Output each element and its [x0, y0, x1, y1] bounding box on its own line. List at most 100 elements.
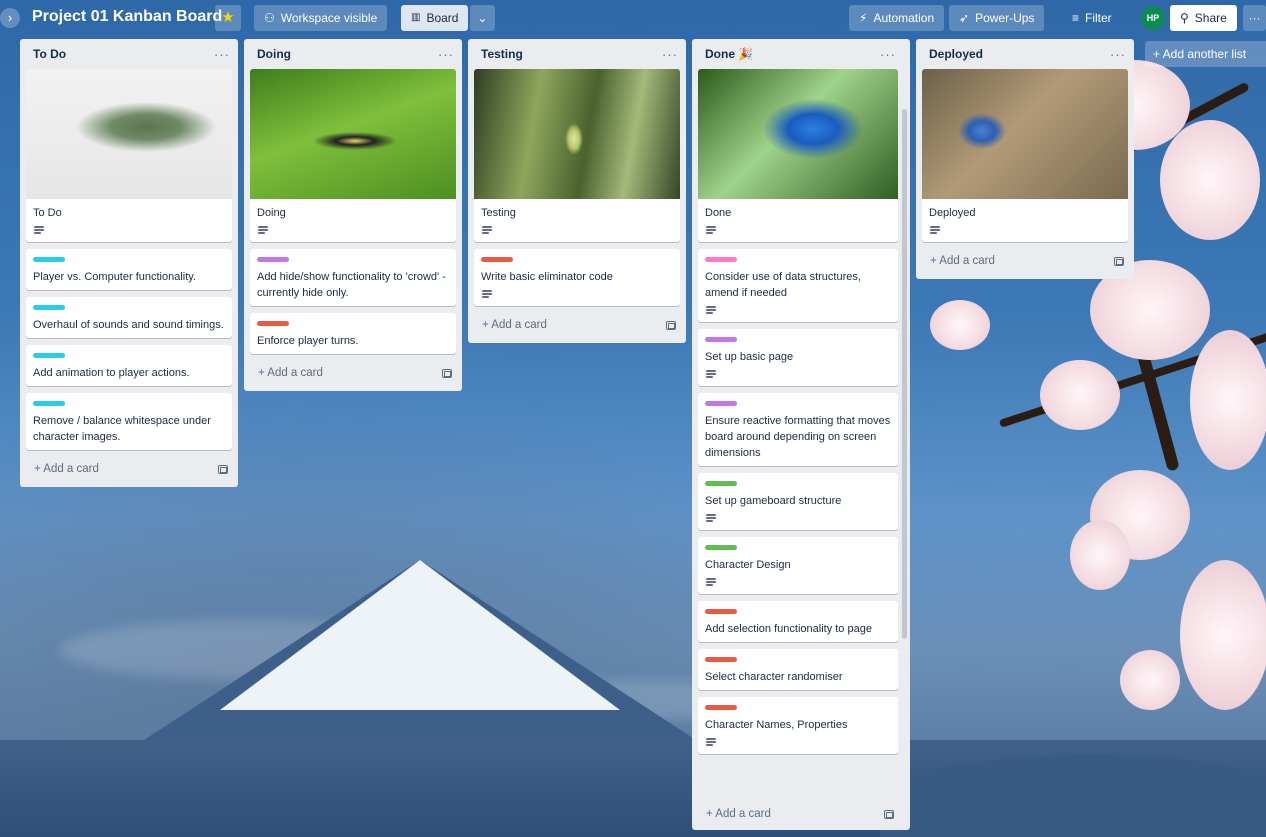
description-icon: [705, 577, 716, 587]
card-title: Remove / balance whitespace under charac…: [33, 415, 211, 443]
more-icon[interactable]: ···: [1243, 5, 1266, 31]
list-item[interactable]: Testing: [474, 69, 680, 242]
avatar[interactable]: HP: [1141, 6, 1165, 30]
card-label: [705, 481, 737, 486]
list-item[interactable]: Set up gameboard structure: [698, 473, 898, 530]
template-icon[interactable]: [218, 464, 228, 474]
list-testing: Testing ··· Testing Write basic eliminat…: [468, 39, 686, 343]
card-title: Testing: [481, 207, 516, 219]
template-icon[interactable]: [884, 809, 894, 819]
list-item[interactable]: Enforce player turns.: [250, 313, 456, 354]
powerups-button[interactable]: ➶ Power-Ups: [949, 5, 1045, 31]
card-title: Character Design: [705, 559, 791, 571]
add-card-label: + Add a card: [34, 463, 99, 475]
filter-icon: ≡: [1072, 11, 1080, 25]
list-title[interactable]: Doing: [257, 47, 291, 61]
board-view-button[interactable]: ▥ Board: [401, 5, 469, 31]
rocket-icon: ➶: [959, 11, 970, 25]
card-title: Enforce player turns.: [257, 335, 359, 347]
description-icon: [929, 225, 940, 235]
add-card-button[interactable]: + Add a card: [474, 313, 680, 337]
card-label: [257, 321, 289, 326]
list-doing: Doing ··· Doing Add hide/show functional…: [244, 39, 462, 391]
add-card-label: + Add a card: [258, 367, 323, 379]
list-item[interactable]: Set up basic page: [698, 329, 898, 386]
template-icon[interactable]: [1114, 256, 1124, 266]
template-icon[interactable]: [442, 368, 452, 378]
list-item[interactable]: Deployed: [922, 69, 1128, 242]
star-icon: ★: [221, 9, 235, 26]
card-label: [705, 609, 737, 614]
filter-label: Filter: [1085, 11, 1112, 25]
card-label: [33, 305, 65, 310]
add-card-button[interactable]: + Add a card: [698, 802, 898, 826]
description-icon: [705, 225, 716, 235]
add-card-button[interactable]: + Add a card: [250, 361, 456, 385]
share-button[interactable]: ⚲ Share: [1170, 5, 1237, 31]
card-title: Player vs. Computer functionality.: [33, 271, 197, 283]
list-scrollbar[interactable]: [902, 109, 907, 639]
board-title[interactable]: Project 01 Kanban Board: [32, 8, 222, 26]
card-title: Deployed: [929, 207, 976, 219]
card-label: [33, 353, 65, 358]
template-icon[interactable]: [666, 320, 676, 330]
list-item[interactable]: Doing: [250, 69, 456, 242]
description-icon: [481, 289, 492, 299]
people-icon: ⚇: [264, 11, 275, 25]
chevron-right-icon[interactable]: ›: [0, 8, 20, 28]
leaf-cover-image: [26, 69, 232, 199]
card-label: [705, 545, 737, 550]
card-title: Ensure reactive formatting that moves bo…: [705, 415, 891, 459]
list-item[interactable]: Player vs. Computer functionality.: [26, 249, 232, 290]
list-item[interactable]: Overhaul of sounds and sound timings.: [26, 297, 232, 338]
more-icon[interactable]: ···: [662, 47, 678, 62]
add-card-button[interactable]: + Add a card: [922, 249, 1128, 273]
list-item[interactable]: To Do: [26, 69, 232, 242]
chevron-down-icon: ⌄: [477, 11, 488, 25]
list-title[interactable]: To Do: [33, 47, 66, 61]
automation-label: Automation: [873, 11, 935, 25]
card-label: [33, 257, 65, 262]
description-icon: [33, 225, 44, 235]
add-card-button[interactable]: + Add a card: [26, 457, 232, 481]
visibility-button[interactable]: ⚇ Workspace visible: [254, 5, 388, 31]
more-icon[interactable]: ···: [438, 47, 454, 62]
list-item[interactable]: Remove / balance whitespace under charac…: [26, 393, 232, 450]
card-label: [33, 401, 65, 406]
card-title: Add selection functionality to page: [705, 623, 872, 635]
list-item[interactable]: Character Names, Properties: [698, 697, 898, 754]
share-label: Share: [1194, 11, 1227, 25]
card-title: Overhaul of sounds and sound timings.: [33, 319, 224, 331]
list-deployed: Deployed ··· Deployed + Add a card: [916, 39, 1134, 279]
list-item[interactable]: Done: [698, 69, 898, 242]
list-title[interactable]: Testing: [481, 47, 523, 61]
list-item[interactable]: Add animation to player actions.: [26, 345, 232, 386]
more-icon[interactable]: ···: [214, 47, 230, 62]
list-title[interactable]: Deployed: [929, 47, 983, 61]
add-list-button[interactable]: + Add another list: [1145, 41, 1266, 67]
card-label: [481, 257, 513, 262]
list-item[interactable]: Character Design: [698, 537, 898, 594]
star-button[interactable]: ★: [215, 5, 241, 31]
list-item[interactable]: Add hide/show functionality to 'crowd' -…: [250, 249, 456, 306]
list-item[interactable]: Add selection functionality to page: [698, 601, 898, 642]
more-icon[interactable]: ···: [880, 47, 896, 62]
powerups-label: Power-Ups: [975, 11, 1035, 25]
list-item[interactable]: Ensure reactive formatting that moves bo…: [698, 393, 898, 466]
list-item[interactable]: Consider use of data structures, amend i…: [698, 249, 898, 322]
card-title: Character Names, Properties: [705, 719, 848, 731]
small-butterfly-cover-image: [922, 69, 1128, 199]
add-card-label: + Add a card: [482, 319, 547, 331]
view-dropdown-button[interactable]: ⌄: [470, 5, 495, 31]
automation-button[interactable]: ⚡ Automation: [849, 5, 945, 31]
board-header: › Project 01 Kanban Board ★ ⚇ Workspace …: [0, 0, 1266, 36]
card-title: Add animation to player actions.: [33, 367, 190, 379]
list-todo: To Do ··· To Do Player vs. Computer func…: [20, 39, 238, 487]
more-icon[interactable]: ···: [1110, 47, 1126, 62]
card-title: Write basic eliminator code: [481, 271, 613, 283]
description-icon: [481, 225, 492, 235]
filter-button[interactable]: ≡ Filter: [1062, 5, 1122, 31]
list-item[interactable]: Write basic eliminator code: [474, 249, 680, 306]
list-item[interactable]: Select character randomiser: [698, 649, 898, 690]
list-title[interactable]: Done 🎉: [705, 47, 753, 61]
